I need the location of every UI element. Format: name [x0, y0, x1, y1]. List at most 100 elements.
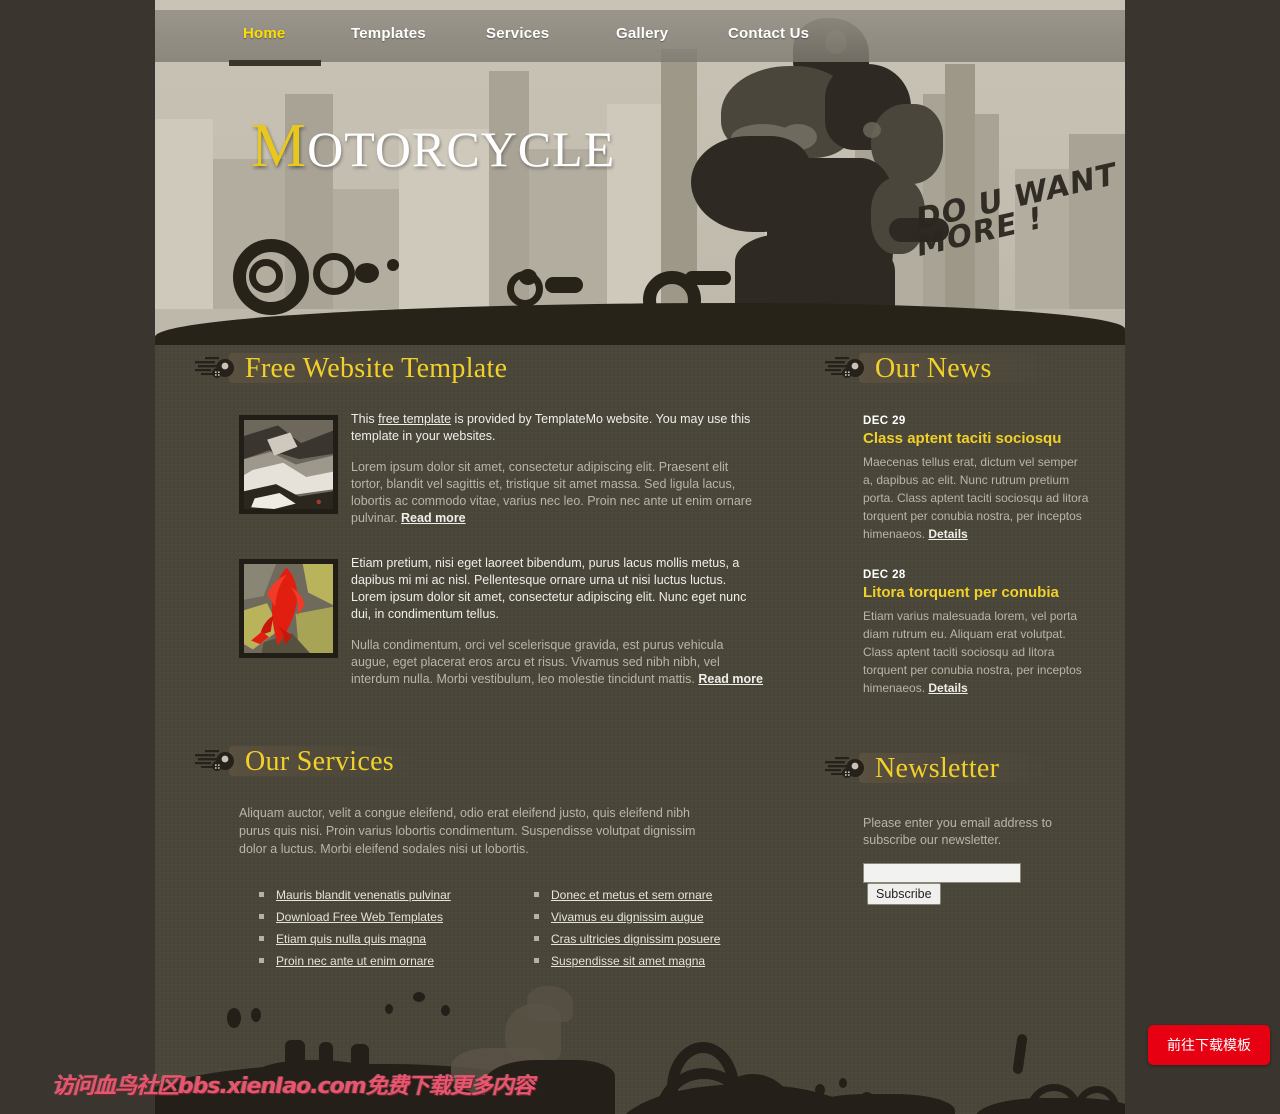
- winged-wheel-icon: [195, 357, 234, 378]
- section-heading-text: Our News: [875, 353, 992, 384]
- news-text: Maecenas tellus erat, dictum vel semper …: [863, 453, 1091, 543]
- news-body: Maecenas tellus erat, dictum vel semper …: [863, 455, 1089, 541]
- ink-blob: [545, 277, 583, 293]
- section-heading-newsletter: Newsletter: [823, 745, 1091, 793]
- thumbnail-image-gray: [244, 420, 333, 509]
- list-item[interactable]: Etiam quis nulla quis magna: [259, 932, 451, 954]
- nav-item-home[interactable]: Home: [225, 10, 322, 66]
- ink-ring: [915, 311, 955, 345]
- article-body: Nulla condimentum, orci vel scelerisque …: [351, 637, 763, 688]
- section-heading-text: Our Services: [245, 746, 395, 777]
- service-link[interactable]: Etiam quis nulla quis magna: [276, 932, 426, 946]
- ink-blob: [675, 327, 691, 343]
- thumbnail-image-red-flower: [244, 564, 333, 653]
- ink-blob: [387, 259, 399, 271]
- ink-splash: [975, 1098, 1125, 1114]
- list-item[interactable]: Proin nec ante ut enim ornare: [259, 954, 451, 976]
- service-link[interactable]: Suspendisse sit amet magna: [551, 954, 705, 968]
- article-item: Etiam pretium, nisi eget laoreet bibendu…: [193, 555, 763, 688]
- site-wrapper: DO U WANT MORE ! MOTORCYCLE Home Templat…: [155, 0, 1125, 1114]
- newsletter-form: Subscribe: [823, 863, 1091, 905]
- article-lead-before: This: [351, 412, 379, 426]
- news-text: Etiam varius malesuada lorem, vel porta …: [863, 607, 1091, 697]
- nav-link-services[interactable]: Services: [468, 10, 567, 42]
- services-description: Aliquam auctor, velit a congue eleifend,…: [239, 806, 696, 856]
- nav-list: Home Templates Services Gallery Contact …: [155, 10, 1125, 66]
- nav-item-services[interactable]: Services: [468, 10, 567, 62]
- ink-ring: [249, 259, 283, 293]
- winged-wheel-icon: [825, 357, 864, 378]
- ink-blob: [519, 269, 537, 285]
- list-item[interactable]: Mauris blandit venenatis pulvinar: [259, 888, 451, 910]
- nav-item-templates[interactable]: Templates: [333, 10, 444, 62]
- list-item[interactable]: Cras ultricies dignissim posuere: [534, 932, 720, 954]
- page-root: DO U WANT MORE ! MOTORCYCLE Home Templat…: [0, 0, 1280, 1114]
- news-title: Class aptent taciti sociosqu: [863, 430, 1062, 447]
- article-item: This free template is provided by Templa…: [193, 411, 763, 527]
- service-link[interactable]: Download Free Web Templates: [276, 910, 443, 924]
- ink-blob: [413, 992, 425, 1002]
- nav-link-home[interactable]: Home: [225, 10, 303, 42]
- section-heading-text: Newsletter: [875, 753, 1000, 784]
- service-link[interactable]: Cras ultricies dignissim posuere: [551, 932, 720, 946]
- ink-ring: [313, 253, 355, 295]
- ink-blob: [855, 321, 877, 339]
- read-more-link[interactable]: Read more: [698, 672, 763, 686]
- service-link[interactable]: Proin nec ante ut enim ornare: [276, 954, 434, 968]
- news-details-link[interactable]: Details: [928, 527, 967, 541]
- nav-link-templates[interactable]: Templates: [333, 10, 444, 42]
- service-link[interactable]: Donec et metus et sem ornare: [551, 888, 712, 902]
- service-link[interactable]: Mauris blandit venenatis pulvinar: [276, 888, 451, 902]
- news-item: DEC 28 Litora torquent per conubia Etiam…: [823, 569, 1091, 697]
- service-link[interactable]: Vivamus eu dignissim augue: [551, 910, 704, 924]
- main-column: Free Website Template This free template…: [193, 345, 763, 968]
- news-details-link[interactable]: Details: [928, 681, 967, 695]
- article-text: This free template is provided by Templa…: [351, 411, 763, 527]
- newsletter-description: Please enter you email address to subscr…: [863, 816, 1052, 847]
- ink-blob: [385, 1004, 393, 1014]
- sidebar-column: Our News DEC 29 Class aptent taciti soci…: [823, 345, 1091, 905]
- news-body: Etiam varius malesuada lorem, vel porta …: [863, 609, 1082, 695]
- winged-wheel-icon: [825, 757, 864, 778]
- section-heading-our-services: Our Services: [193, 738, 763, 786]
- list-item[interactable]: Suspendisse sit amet magna: [534, 954, 720, 976]
- ink-splash: [1012, 1033, 1028, 1075]
- skyline-building: [155, 119, 213, 309]
- download-template-button[interactable]: 前往下载模板: [1148, 1025, 1270, 1065]
- article-thumbnail[interactable]: [239, 559, 338, 658]
- list-item[interactable]: Donec et metus et sem ornare: [534, 888, 720, 910]
- list-item[interactable]: Download Free Web Templates: [259, 910, 451, 932]
- subscribe-button[interactable]: Subscribe: [867, 883, 941, 905]
- free-template-link[interactable]: free template: [378, 412, 451, 426]
- ink-splash: [805, 1094, 955, 1114]
- article-thumbnail[interactable]: [239, 415, 338, 514]
- article-text: Etiam pretium, nisi eget laoreet bibendu…: [351, 555, 763, 688]
- news-date: DEC 28: [863, 569, 906, 581]
- article-lead-before: Etiam pretium, nisi eget laoreet bibendu…: [351, 556, 747, 621]
- read-more-link[interactable]: Read more: [401, 511, 466, 525]
- ink-blob: [839, 1078, 847, 1088]
- page-title-rest: OTORCYCLE: [307, 121, 616, 177]
- list-item[interactable]: Vivamus eu dignissim augue: [534, 910, 720, 932]
- article-lead: Etiam pretium, nisi eget laoreet bibendu…: [351, 555, 763, 623]
- article-body-text: Nulla condimentum, orci vel scelerisque …: [351, 638, 724, 686]
- newsletter-email-input[interactable]: [863, 863, 1021, 883]
- ink-blob: [227, 1008, 241, 1028]
- main-navigation: Home Templates Services Gallery Contact …: [155, 10, 1125, 66]
- ink-blob: [441, 1005, 450, 1016]
- section-heading-free-website-template: Free Website Template: [193, 345, 763, 393]
- page-title: MOTORCYCLE: [251, 115, 615, 177]
- motorcycle-silhouette: [527, 986, 573, 1022]
- section-heading-our-news: Our News: [823, 345, 1091, 393]
- nav-item-contact-us[interactable]: Contact Us: [710, 10, 827, 62]
- nav-item-gallery[interactable]: Gallery: [598, 10, 686, 62]
- services-list-column-one: Mauris blandit venenatis pulvinar Downlo…: [259, 888, 451, 976]
- news-item: DEC 29 Class aptent taciti sociosqu Maec…: [823, 415, 1091, 543]
- article-lead: This free template is provided by Templa…: [351, 411, 763, 445]
- nav-link-contact-us[interactable]: Contact Us: [710, 10, 827, 42]
- ink-blob: [685, 271, 731, 285]
- article-body: Lorem ipsum dolor sit amet, consectetur …: [351, 459, 763, 527]
- nav-link-gallery[interactable]: Gallery: [598, 10, 686, 42]
- services-list-column-two: Donec et metus et sem ornare Vivamus eu …: [534, 888, 720, 976]
- watermark-text: 访问血鸟社区bbs.xienIao.com免费下载更多内容: [52, 1074, 535, 1099]
